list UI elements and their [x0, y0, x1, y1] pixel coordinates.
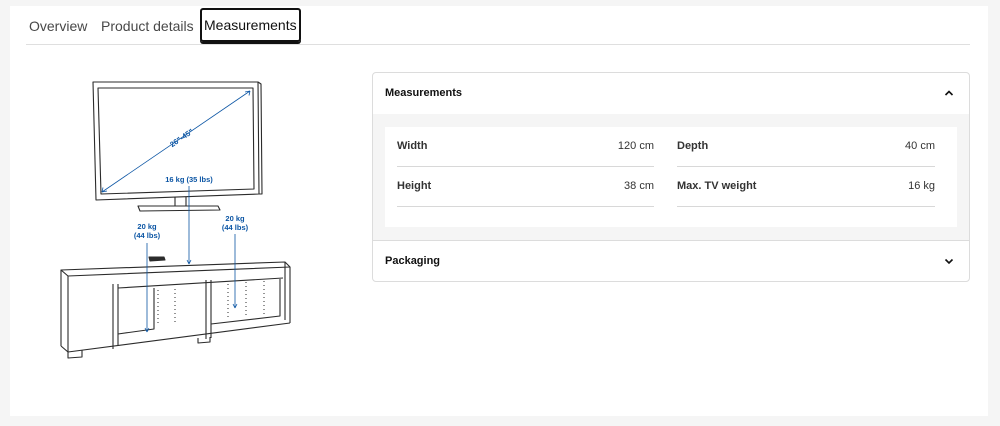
tv-load-label: 16 kg (35 lbs) — [165, 175, 213, 184]
tab-bar: Overview Product details Measurements — [26, 6, 970, 45]
measurement-height: Height 38 cm — [397, 167, 654, 207]
measurement-width: Width 120 cm — [397, 127, 654, 167]
measurement-label: Width — [397, 140, 428, 152]
measurement-value: 16 kg — [908, 180, 935, 192]
measurements-accordion: Measurements Width 120 cm Depth 40 cm He… — [372, 72, 970, 282]
measurement-value: 38 cm — [624, 180, 654, 192]
tv-bench-illustration: 26"-45" 16 kg (35 lbs) 20 kg (44 lbs) 20… — [60, 81, 291, 359]
measurements-header[interactable]: Measurements — [373, 73, 969, 114]
tab-measurements[interactable]: Measurements — [200, 8, 301, 42]
measurements-title: Measurements — [385, 87, 463, 99]
right-shelf-load-lbs: (44 lbs) — [222, 223, 249, 232]
tab-product-details[interactable]: Product details — [101, 12, 194, 40]
measurement-label: Height — [397, 180, 432, 192]
page: Overview Product details Measurements 26… — [10, 6, 988, 416]
packaging-title: Packaging — [385, 255, 441, 267]
measurement-depth: Depth 40 cm — [677, 127, 935, 167]
left-shelf-load-lbs: (44 lbs) — [134, 231, 161, 240]
packaging-header[interactable]: Packaging — [373, 241, 969, 281]
measurement-value: 120 cm — [617, 140, 654, 152]
left-shelf-load-kg: 20 kg — [137, 222, 157, 231]
measurement-value: 40 cm — [905, 140, 935, 152]
measurement-max-tv-weight: Max. TV weight 16 kg — [677, 167, 935, 207]
measurements-panel: Width 120 cm Depth 40 cm Height 38 cm Ma… — [373, 114, 969, 240]
right-shelf-load-kg: 20 kg — [225, 214, 245, 223]
chevron-up-icon[interactable] — [943, 87, 955, 99]
measurements-table: Width 120 cm Depth 40 cm Height 38 cm Ma… — [385, 127, 957, 227]
measurement-label: Max. TV weight — [677, 180, 757, 192]
measurement-label: Depth — [677, 140, 709, 152]
tab-overview[interactable]: Overview — [29, 12, 87, 40]
chevron-down-icon[interactable] — [943, 255, 955, 267]
